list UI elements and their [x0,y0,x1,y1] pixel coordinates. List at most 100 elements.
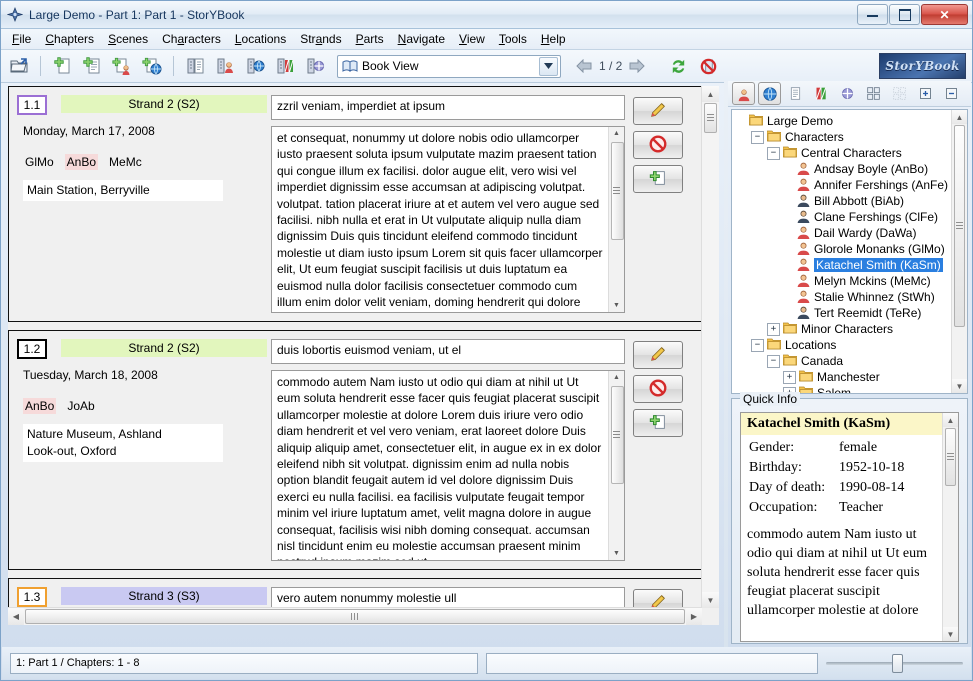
menu-tools[interactable]: Tools [492,31,534,47]
tree-node-label[interactable]: Tert Reemidt (TeRe) [814,306,921,320]
desc-scroll-down-arrow[interactable]: ▼ [609,299,624,312]
new-location-icon[interactable] [138,52,166,80]
scene-character-tag[interactable]: AnBo [23,398,56,414]
desc-scroll-up-arrow[interactable]: ▲ [609,371,624,384]
menu-navigate[interactable]: Navigate [391,31,452,47]
menu-scenes[interactable]: Scenes [101,31,155,47]
scroll-up-arrow[interactable]: ▲ [702,86,719,102]
menu-locations[interactable]: Locations [228,31,293,47]
arrow-right-icon[interactable] [628,59,646,73]
maximize-button[interactable] [889,4,920,25]
parts-filter-icon[interactable] [836,82,859,105]
tree-node[interactable]: − Central Characters [735,145,951,161]
tree-vertical-scrollbar[interactable]: ▲ ▼ [951,110,967,393]
scene-character-tag[interactable]: JoAb [65,398,96,414]
tree-node[interactable]: Stalie Whinnez (StWh) [735,289,951,305]
tree-node[interactable]: Andsay Boyle (AnBo) [735,161,951,177]
scene-title-input[interactable]: duis lobortis euismod veniam, ut el [271,339,625,364]
menu-characters[interactable]: Characters [155,31,228,47]
quick-info-scroll-thumb[interactable] [945,428,956,486]
tree-node[interactable]: Dail Wardy (DaWa) [735,225,951,241]
new-chapter-icon[interactable] [48,52,76,80]
desc-scroll-down-arrow[interactable]: ▼ [609,547,624,560]
collapse-node-icon[interactable]: − [767,147,780,160]
expand-node-icon[interactable]: + [767,323,780,336]
horizontal-scroll-thumb[interactable] [25,609,685,624]
tree-node-label[interactable]: Large Demo [767,114,833,128]
menu-strands[interactable]: Strands [293,31,348,47]
tree-node[interactable]: Annifer Fershings (AnFe) [735,177,951,193]
book-view-vertical-scrollbar[interactable]: ▲ ▼ [701,86,719,608]
book-view-horizontal-scrollbar[interactable]: ◀ ▶ [8,607,702,625]
edit-scene-button[interactable] [633,341,683,369]
view-select[interactable]: Book View [337,55,561,78]
close-button[interactable]: ✕ [921,4,968,25]
tree-scroll-down-arrow[interactable]: ▼ [952,379,967,393]
locations-filter-icon[interactable] [758,82,781,105]
add-scene-button[interactable] [633,165,683,193]
new-character-icon[interactable] [108,52,136,80]
collapse-node-icon[interactable]: − [767,355,780,368]
tree-scroll-up-arrow[interactable]: ▲ [952,110,967,124]
tree-node-label[interactable]: Characters [785,130,844,144]
tree-node-label[interactable]: Bill Abbott (BiAb) [814,194,904,208]
tree-node-label[interactable]: Minor Characters [801,322,893,336]
scroll-left-arrow[interactable]: ◀ [8,608,24,625]
chapters-filter-icon[interactable] [784,82,807,105]
tree-node[interactable]: −Locations [735,337,951,353]
menu-help[interactable]: Help [534,31,573,47]
quick-info-scroll-down-arrow[interactable]: ▼ [943,627,958,641]
tree-node-label[interactable]: Andsay Boyle (AnBo) [814,162,928,176]
tree-node-label[interactable]: Canada [801,354,843,368]
collapse-node-icon[interactable]: − [751,131,764,144]
menu-parts[interactable]: Parts [349,31,391,47]
edit-scene-button[interactable] [633,589,683,608]
tree-node-label[interactable]: Dail Wardy (DaWa) [814,226,916,240]
tree-node-label[interactable]: Central Characters [801,146,902,160]
tree-node[interactable]: − Canada [735,353,951,369]
tree-node-label[interactable]: Melyn Mckins (MeMc) [814,274,931,288]
open-project-icon[interactable] [5,52,33,80]
tree-node[interactable]: Clane Fershings (ClFe) [735,209,951,225]
scene-card[interactable]: 1.2Strand 2 (S2)Tuesday, March 18, 2008A… [8,330,702,570]
tree-node-label[interactable]: Manchester [817,370,880,384]
tree-node-label[interactable]: Salem [817,386,851,393]
tree-node[interactable]: + Manchester [735,369,951,385]
tree-node[interactable]: − Characters [735,129,951,145]
scroll-right-arrow[interactable]: ▶ [686,608,702,625]
menu-file[interactable]: File [5,31,38,47]
scene-number-badge[interactable]: 1.2 [17,339,47,359]
quick-info-scrollbar[interactable]: ▲ ▼ [942,413,958,641]
expand-all-icon[interactable] [914,82,937,105]
scene-number-badge[interactable]: 1.3 [17,587,47,607]
zoom-slider[interactable] [826,654,963,673]
grid-view-icon[interactable] [862,82,885,105]
delete-scene-button[interactable] [633,131,683,159]
manage-locations-icon[interactable] [241,52,269,80]
scene-title-input[interactable]: zzril veniam, imperdiet at ipsum [271,95,625,120]
scene-character-tag[interactable]: GlMo [23,154,56,170]
vertical-scroll-thumb[interactable] [704,103,717,133]
expand-node-icon[interactable]: + [783,371,796,384]
tree-scroll-thumb[interactable] [954,125,965,327]
scene-description-scrollbar[interactable]: ▲▼ [608,371,624,560]
collapse-node-icon[interactable]: − [751,339,764,352]
tree-node[interactable]: Melyn Mckins (MeMc) [735,273,951,289]
manage-strands-icon[interactable] [271,52,299,80]
scene-description-text[interactable]: commodo autem Nam iusto ut odio qui diam… [272,371,608,560]
strands-filter-icon[interactable] [810,82,833,105]
tree-node-label[interactable]: Glorole Monanks (GlMo) [814,242,945,256]
add-scene-button[interactable] [633,409,683,437]
scene-title-input[interactable]: vero autem nonummy molestie ull [271,587,625,608]
scene-character-tag[interactable]: MeMc [107,154,144,170]
refresh-icon[interactable] [664,52,692,80]
no-entry-icon[interactable] [694,52,722,80]
tree-node-label[interactable]: Katachel Smith (KaSm) [814,258,943,272]
scene-card[interactable]: 1.3Strand 3 (S3)Thursday, March 20, 2008… [8,578,702,608]
scene-description-scrollbar[interactable]: ▲▼ [608,127,624,312]
tree-node[interactable]: Large Demo [735,113,951,129]
minimize-button[interactable] [857,4,888,25]
desc-scroll-up-arrow[interactable]: ▲ [609,127,624,140]
manage-chapters-icon[interactable] [181,52,209,80]
tree-node[interactable]: Katachel Smith (KaSm) [735,257,951,273]
